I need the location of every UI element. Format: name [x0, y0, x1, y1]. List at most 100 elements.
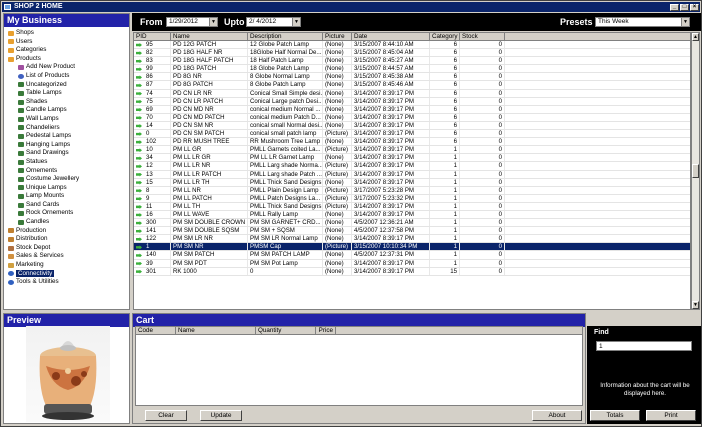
col-header-description[interactable]: Description: [248, 33, 323, 40]
tree-item-distribution[interactable]: Distribution: [4, 235, 129, 244]
tree-item-rock-ornements[interactable]: Rock Ornements: [4, 209, 129, 218]
table-cell: PD CN LR NR: [171, 89, 248, 97]
grid-vertical-scrollbar[interactable]: ▲ ▼: [691, 32, 700, 310]
tree-item-sales-services[interactable]: Sales & Services: [4, 252, 129, 261]
app-window: SHOP 2 HOME _ □ × My Business Shops Users…: [0, 0, 702, 427]
update-button[interactable]: Update: [200, 410, 242, 421]
col-header-picture[interactable]: Picture: [323, 33, 352, 40]
close-button[interactable]: ×: [690, 4, 699, 11]
maximize-button[interactable]: □: [680, 4, 689, 11]
table-row[interactable]: 16 PM LL WAVE PMLL Rally Lamp (None) 3/14/20…: [134, 210, 690, 220]
tree-item-unique-lamps[interactable]: Unique Lamps: [4, 184, 129, 193]
clear-button[interactable]: Clear: [145, 410, 187, 421]
tree-item-shades[interactable]: Shades: [4, 98, 129, 107]
find-input[interactable]: [596, 341, 692, 351]
table-cell: PM LL LR NR: [171, 162, 248, 170]
table-cell: PD 18G HALF PATCH: [171, 57, 248, 65]
presets-select[interactable]: This Week ▼: [595, 17, 690, 27]
totals-button[interactable]: Totals: [590, 410, 640, 421]
print-button[interactable]: Print: [646, 410, 696, 421]
table-cell: 6: [430, 73, 460, 81]
table-row[interactable]: 75 PD CN LR PATCH Conical Large patch Desi…: [134, 97, 690, 106]
presets-dropdown-arrow-icon[interactable]: ▼: [681, 18, 689, 26]
tree-item-chandeliers[interactable]: Chandeliers: [4, 124, 129, 133]
from-dropdown-arrow-icon[interactable]: ▼: [209, 18, 217, 26]
tree-item-candles[interactable]: Candles: [4, 218, 129, 227]
lamp-icon: [17, 193, 24, 200]
col-header-stock[interactable]: Stock: [460, 33, 505, 40]
tree-item-pedestal-lamps[interactable]: Pedestal Lamps: [4, 132, 129, 141]
table-row[interactable]: 141 PM SM DOUBLE SQSM PM SM + SQSM (None) 4/…: [134, 227, 690, 236]
tree-item-hanging-lamps[interactable]: Hanging Lamps: [4, 141, 129, 150]
table-cell: 3/15/2007 8:45:27 AM: [352, 57, 430, 65]
table-row[interactable]: 74 PD CN LR NR Conical Small Simple desi..…: [134, 89, 690, 98]
table-row[interactable]: 70 PD CN MD PATCH conical medium Patch D..…: [134, 113, 690, 122]
table-row[interactable]: 300 PM SM DOUBLE CROWN PM SM GARNET+ CRD..…: [134, 219, 690, 228]
tree-item-marketing[interactable]: Marketing: [4, 261, 129, 270]
tree-item-products[interactable]: Products: [4, 55, 129, 64]
tree-item-wall-lamps[interactable]: Wall Lamps: [4, 115, 129, 124]
table-row[interactable]: 1 PM SM NR PMSM Cap (Picture) 3/15/2007 10:1…: [134, 243, 690, 252]
col-header-category[interactable]: Category: [430, 33, 460, 40]
table-row[interactable]: 9 PM LL PATCH PMLL Patch Designs La... (Pic…: [134, 194, 690, 203]
table-row[interactable]: 301 RK 1000 0 (None) 3/14/2007 8:39:17 PM 15 0: [134, 267, 690, 276]
scroll-up-icon[interactable]: ▲: [692, 33, 699, 41]
from-date-picker[interactable]: 1/29/2012 ▼: [166, 17, 218, 27]
scroll-down-icon[interactable]: ▼: [692, 301, 699, 309]
tree-item-sand-cards[interactable]: Sand Cards: [4, 201, 129, 210]
upto-dropdown-arrow-icon[interactable]: ▼: [292, 18, 300, 26]
col-header-name[interactable]: Name: [171, 33, 248, 40]
tree-item-categories[interactable]: Categories: [4, 46, 129, 55]
tree-item-production[interactable]: Production: [4, 227, 129, 236]
table-cell: (Picture): [323, 202, 352, 210]
minimize-button[interactable]: _: [670, 4, 679, 11]
table-row[interactable]: 10 PM LL GR PMLL Garnets coited La... (Pict…: [134, 146, 690, 155]
tree-item-ornements[interactable]: Ornements: [4, 167, 129, 176]
tree-item-uncategorized[interactable]: Uncategorized: [4, 81, 129, 90]
tree-item-shops[interactable]: Shops: [4, 29, 129, 38]
tree-item-stock-depot[interactable]: Stock Depot: [4, 244, 129, 253]
col-header-pid[interactable]: PID: [134, 33, 171, 40]
tree-item-statues[interactable]: Statues: [4, 158, 129, 167]
tree-item-add-new-product[interactable]: Add New Product: [4, 63, 129, 72]
upto-date-picker[interactable]: 2/ 4/2012 ▼: [246, 17, 301, 27]
tree-item-connectivity[interactable]: Connectivity: [4, 269, 129, 279]
cart-col-price[interactable]: Price: [316, 327, 336, 334]
table-row[interactable]: 69 PD CN MD NR conical medium Normal ... (N…: [134, 105, 690, 114]
table-cell: 3/14/2007 8:39:17 PM: [352, 89, 430, 97]
tree-item-table-lamps[interactable]: Table Lamps: [4, 89, 129, 98]
table-row[interactable]: 14 PD CN SM NR conical small Normal desi..…: [134, 121, 690, 131]
col-header-date[interactable]: Date: [352, 33, 430, 40]
table-row[interactable]: 13 PM LL LR PATCH PMLL Larg shade Patch ..…: [134, 170, 690, 179]
table-row[interactable]: 83 PD 18G HALF PATCH 18 Half Patch Lamp (No…: [134, 57, 690, 66]
scroll-thumb[interactable]: [692, 164, 699, 178]
table-row[interactable]: 102 PD RR MUSH TREE RR Mushroom Tree Lamp(…: [134, 138, 690, 147]
table-cell: 1: [430, 243, 460, 251]
table-row[interactable]: 95 PD 12G PATCH 12 Globe Patch Lamp (None) 3…: [134, 41, 690, 50]
table-row[interactable]: 39 PM SM PDT PM SM Pot Lamp (None) 3/14/2007…: [134, 259, 690, 268]
table-row[interactable]: 12 PM LL LR NR PMLL Larg shade Norma... (Pi…: [134, 162, 690, 171]
table-row[interactable]: 15 PM LL LR TH PMLL Thick Sand Designs (Non…: [134, 178, 690, 187]
tree-item-list-of-products[interactable]: List of Products: [4, 72, 129, 81]
tree-item-users[interactable]: Users: [4, 38, 129, 47]
table-row[interactable]: 11 PM LL TH PMLL Thick Sand Designs (Pictur…: [134, 202, 690, 211]
tree-item-lamp-mounts[interactable]: Lamp Mounts: [4, 192, 129, 201]
table-row[interactable]: 140 PM SM PATCH PM SM PATCH LAMP (None) 4/5/…: [134, 251, 690, 260]
table-row[interactable]: 87 PD 8G PATCH 8 Globe Patch Lamp (None) 3/1…: [134, 81, 690, 90]
table-row[interactable]: 8 PM LL NR PMLL Plain Design Lamp (Picture)…: [134, 186, 690, 195]
table-row[interactable]: 0 PD CN SM PATCH conical small patch lamp(…: [134, 130, 690, 139]
table-row[interactable]: 86 PD 8G NR 8 Globe Normal Lamp (None) 3/15/…: [134, 73, 690, 82]
table-row[interactable]: 122 PM SM LR NR PM SM LR Normal Lamp (None)…: [134, 235, 690, 244]
cart-col-name[interactable]: Name: [176, 327, 256, 334]
cart-col-quantity[interactable]: Quantity: [256, 327, 316, 334]
table-row[interactable]: 34 PM LL LR GR PM LL LR Garnet Lamp (None) 3…: [134, 154, 690, 163]
table-cell: 1: [430, 194, 460, 202]
table-row[interactable]: 99 PD 18G PATCH 18 Globe Patch Lamp (None) 3…: [134, 65, 690, 74]
about-button[interactable]: About: [532, 410, 582, 421]
cart-col-code[interactable]: Code: [136, 327, 176, 334]
tree-item-candle-lamps[interactable]: Candle Lamps: [4, 106, 129, 115]
table-row[interactable]: 82 PD 18G HALF NR 18Globe Half Normal De..…: [134, 49, 690, 58]
tree-item-costume-jewellery[interactable]: Costume Jewellery: [4, 175, 129, 184]
tree-item-tools-utilities[interactable]: Tools & Utilities: [4, 278, 129, 287]
tree-item-sand-drawings[interactable]: Sand Drawings: [4, 149, 129, 158]
